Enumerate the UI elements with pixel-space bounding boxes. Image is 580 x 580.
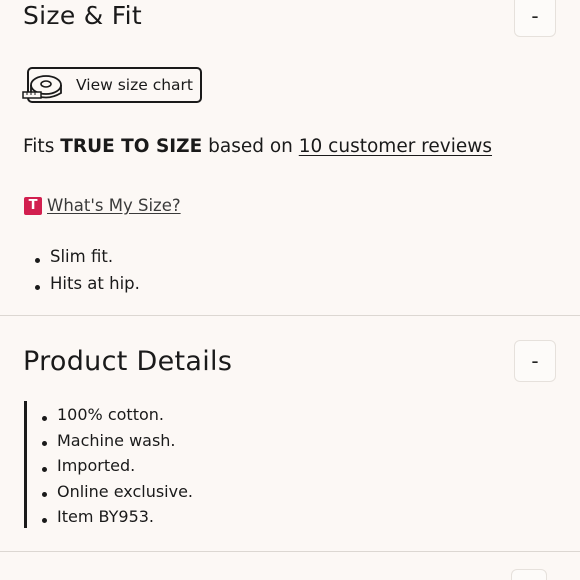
- fit-middle: based on: [202, 136, 299, 157]
- size-fit-title: Size & Fit: [23, 1, 143, 30]
- fit-summary: Fits TRUE TO SIZE based on 10 customer r…: [23, 136, 492, 157]
- whats-my-size: T What's My Size?: [24, 196, 181, 215]
- product-details-title: Product Details: [23, 346, 233, 377]
- collapse-label: -: [531, 349, 539, 373]
- list-item: 100% cotton.: [40, 405, 193, 431]
- t-logo-icon: T: [24, 196, 42, 215]
- list-item: Online exclusive.: [40, 482, 193, 508]
- fit-bullets: Slim fit. Hits at hip.: [33, 246, 140, 300]
- view-size-chart-button[interactable]: View size chart: [22, 67, 202, 103]
- view-size-chart-label: View size chart: [76, 76, 193, 94]
- list-item: Slim fit.: [33, 246, 140, 273]
- collapse-label: -: [531, 4, 539, 28]
- list-item: Item BY953.: [40, 507, 193, 533]
- product-details-collapse-button[interactable]: -: [514, 340, 556, 382]
- product-info-page: Size & Fit - View size chart Fits TRUE T…: [0, 0, 580, 580]
- fit-prefix: Fits: [23, 136, 61, 157]
- product-details-bullets: 100% cotton. Machine wash. Imported. Onl…: [40, 405, 193, 533]
- size-fit-collapse-button[interactable]: -: [514, 0, 556, 37]
- details-accent-bar: [24, 401, 27, 528]
- customer-reviews-link[interactable]: 10 customer reviews: [299, 136, 492, 157]
- whats-my-size-link[interactable]: What's My Size?: [47, 196, 181, 215]
- fit-rating: TRUE TO SIZE: [60, 136, 203, 157]
- list-item: Machine wash.: [40, 431, 193, 457]
- section-divider: [0, 551, 580, 552]
- measuring-tape-icon: [22, 75, 62, 99]
- next-section-toggle-button[interactable]: [511, 569, 547, 580]
- list-item: Hits at hip.: [33, 273, 140, 300]
- section-divider: [0, 315, 580, 316]
- list-item: Imported.: [40, 456, 193, 482]
